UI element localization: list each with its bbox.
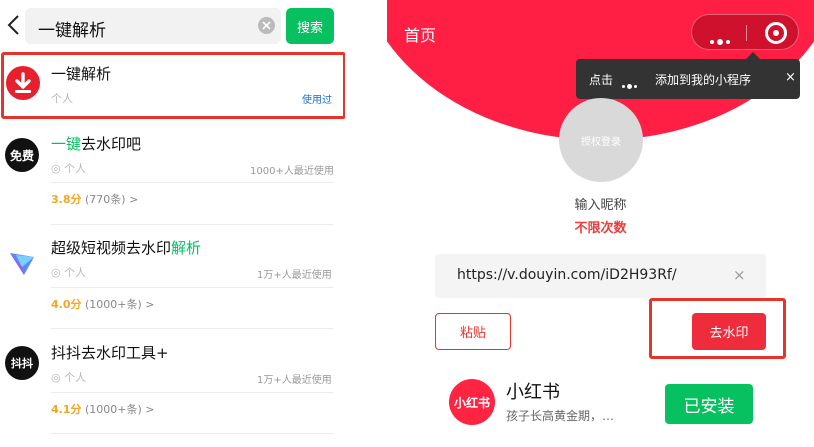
rating-score: 4.0分 xyxy=(51,298,82,311)
download-icon xyxy=(15,72,31,93)
divider xyxy=(51,433,334,434)
result-owner-text: 个人 xyxy=(64,162,87,175)
divider xyxy=(51,224,334,225)
tooltip-suffix: 添加到我的小程序 xyxy=(655,73,752,87)
result-avatar-doudou[interactable]: 抖抖 xyxy=(5,346,39,380)
clear-icon[interactable]: × xyxy=(733,266,746,284)
capsule-divider xyxy=(746,25,747,41)
search-input[interactable]: 一键解析 xyxy=(25,8,281,44)
ad-description: 孩子长高黄金期，… xyxy=(506,409,615,423)
result-owner: ◎ 个人 xyxy=(51,369,86,385)
login-avatar-button[interactable]: 授权登录 xyxy=(559,98,643,182)
unlimited-label: 不限次数 xyxy=(574,221,627,236)
rating-score: 4.1分 xyxy=(51,403,82,416)
url-value: https://v.douyin.com/iD2H93Rf/ xyxy=(457,267,677,283)
result-title[interactable]: 抖抖去水印工具+ xyxy=(51,342,169,363)
page-title: 首页 xyxy=(404,26,437,45)
xiaohongshu-logo[interactable]: 小红书 xyxy=(449,379,495,425)
result-owner-text: 个人 xyxy=(64,371,87,384)
tooltip-prefix: 点击 xyxy=(589,73,614,87)
result-title[interactable]: 超级短视频去水印解析 xyxy=(51,237,201,258)
person-icon: ◎ xyxy=(51,162,65,175)
person-icon: ◎ xyxy=(51,266,65,279)
result-users: 1000+人最近使用 xyxy=(250,166,334,177)
avatar-text: 抖抖 xyxy=(11,357,33,370)
installed-button[interactable]: 已安装 xyxy=(665,384,753,424)
chevron-left-icon[interactable] xyxy=(6,14,22,36)
search-results-panel: 一键解析 搜索 一键解析 个人 使用过 免费 一键去水印吧 ◎ 个人 1000+… xyxy=(0,0,345,447)
result-rating[interactable]: 3.8分 (770条) > xyxy=(51,191,138,207)
nickname-input[interactable]: 输入昵称 xyxy=(387,194,814,213)
result-rating[interactable]: 4.1分 (1000+条) > xyxy=(51,401,155,417)
search-query-text: 一键解析 xyxy=(38,21,106,41)
used-badge: 使用过 xyxy=(302,95,332,106)
rating-count: (770条) > xyxy=(85,193,139,206)
more-dots-icon xyxy=(622,76,639,95)
clear-icon[interactable] xyxy=(258,17,275,34)
result-title[interactable]: 一键解析 xyxy=(51,63,111,84)
add-to-miniapp-tooltip: 点击 添加到我的小程序 × xyxy=(576,52,800,99)
result-owner: 个人 xyxy=(51,92,73,105)
target-icon[interactable] xyxy=(765,22,787,44)
divider xyxy=(51,392,334,393)
rating-score: 3.8分 xyxy=(51,193,82,206)
close-icon[interactable]: × xyxy=(785,70,796,85)
result-owner-text: 个人 xyxy=(64,266,87,279)
result-owner: ◎ 个人 xyxy=(51,160,86,176)
divider xyxy=(51,287,334,288)
url-input[interactable]: https://v.douyin.com/iD2H93Rf/ × xyxy=(435,254,766,298)
result-owner: ◎ 个人 xyxy=(51,264,86,280)
rating-count: (1000+条) > xyxy=(85,403,155,416)
result-title-highlight: 解析 xyxy=(171,239,202,257)
divider xyxy=(51,182,334,183)
result-title-highlight: 一键 xyxy=(51,135,82,153)
more-dots-icon[interactable] xyxy=(710,31,733,50)
result-rating[interactable]: 4.0分 (1000+条) > xyxy=(51,296,155,312)
result-avatar-download[interactable] xyxy=(6,66,40,100)
result-title[interactable]: 一键去水印吧 xyxy=(51,133,141,154)
result-users: 1万+人最近使用 xyxy=(257,375,332,386)
rating-count: (1000+条) > xyxy=(85,298,155,311)
miniapp-capsule xyxy=(691,14,799,50)
result-title-rest: 去水印吧 xyxy=(81,135,142,153)
result-title-rest: 超级短视频去水印 xyxy=(51,239,172,257)
result-users: 1万+人最近使用 xyxy=(257,270,332,281)
divider xyxy=(51,328,334,329)
result-avatar-video[interactable] xyxy=(6,247,38,279)
ad-app-name[interactable]: 小红书 xyxy=(506,378,560,404)
search-button[interactable]: 搜索 xyxy=(286,8,334,44)
paste-button[interactable]: 粘贴 xyxy=(435,313,511,350)
video-app-icon xyxy=(10,253,34,275)
person-icon: ◎ xyxy=(51,371,65,384)
avatar-text: 免费 xyxy=(9,148,34,163)
remove-watermark-button[interactable]: 去水印 xyxy=(692,313,766,350)
miniapp-panel: 首页 点击 添加到我的小程序 × 授权登录 输入昵称 不限次数 https://… xyxy=(387,0,814,447)
result-avatar-free[interactable]: 免费 xyxy=(5,138,39,172)
